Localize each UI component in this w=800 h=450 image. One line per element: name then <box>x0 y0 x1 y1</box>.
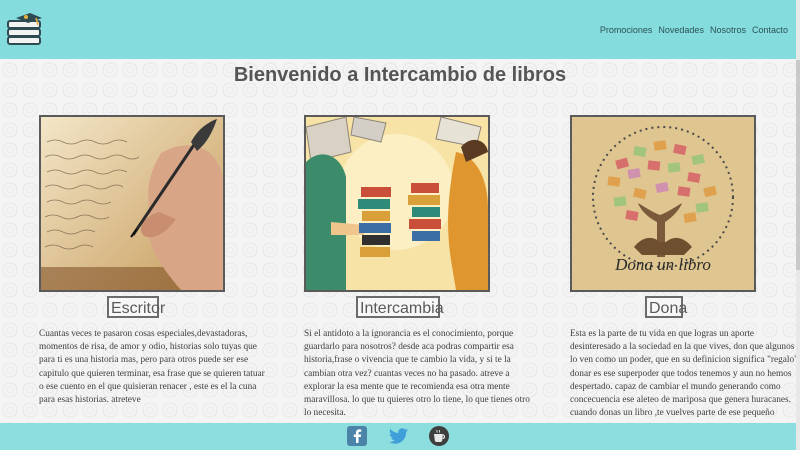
dona-un-libro-caption: Dona un libro <box>614 255 711 274</box>
twitter-icon[interactable] <box>388 425 410 447</box>
page-title: Bienvenido a Intercambio de libros <box>233 64 567 86</box>
book-tree-image: Dona un libro <box>570 115 756 292</box>
book-exchange-image <box>304 115 490 292</box>
main-nav: Promociones Novedades Nosotros Contacto <box>600 25 788 35</box>
page-scrollbar[interactable] <box>796 0 800 450</box>
card-title-escritor[interactable]: Escritor <box>107 296 165 318</box>
nav-contacto[interactable]: Contacto <box>752 25 788 35</box>
nav-novedades[interactable]: Novedades <box>658 25 704 35</box>
nav-promociones[interactable]: Promociones <box>600 25 653 35</box>
books-logo-icon[interactable] <box>6 12 44 48</box>
header-bar: Promociones Novedades Nosotros Contacto <box>0 0 800 59</box>
card-title-dona[interactable]: Dona <box>645 296 687 318</box>
scrollbar-thumb[interactable] <box>796 60 800 270</box>
card-text-dona: Esta es la parte de tu vida en que logra… <box>570 329 798 419</box>
card-text-escritor: Cuantas veces te pasaron cosas especiale… <box>39 329 265 406</box>
nav-nosotros[interactable]: Nosotros <box>710 25 746 35</box>
coffee-icon[interactable] <box>428 425 450 447</box>
card-title-intercambia[interactable]: Intercambia <box>356 296 444 318</box>
quill-writing-image <box>39 115 225 292</box>
card-text-intercambia: Si el antidoto a la ignorancia es el con… <box>304 329 530 419</box>
facebook-icon[interactable] <box>346 425 368 447</box>
